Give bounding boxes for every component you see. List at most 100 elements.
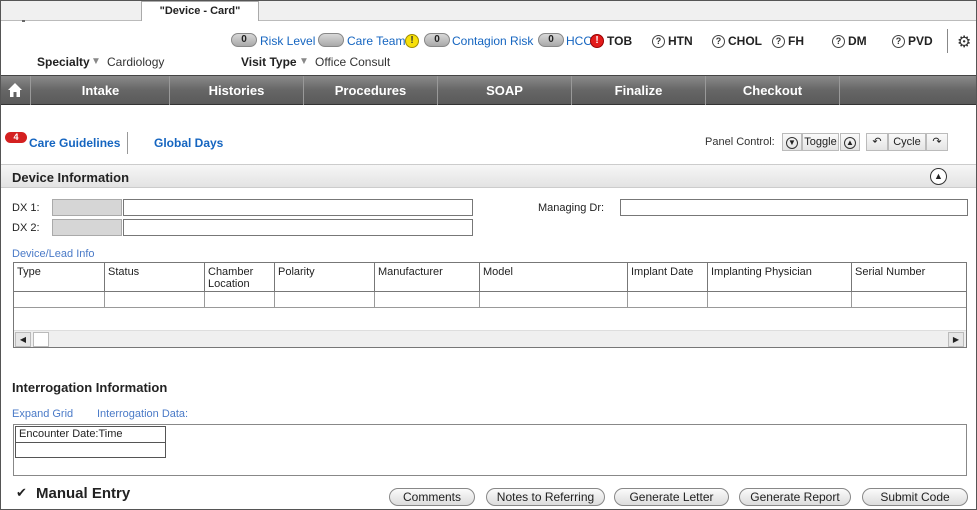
tob-label[interactable]: TOB [607, 33, 632, 49]
table-cell[interactable] [275, 292, 375, 308]
column-header[interactable]: Implant Date [628, 263, 708, 292]
manual-entry-label: Manual Entry [36, 485, 131, 502]
dx2-description-field[interactable] [123, 219, 473, 236]
table-cell[interactable] [480, 292, 628, 308]
contagion-risk-link[interactable]: Contagion Risk [452, 33, 533, 49]
scroll-right-icon[interactable]: ▶ [948, 332, 964, 347]
redo-icon: ↷ [932, 136, 942, 148]
footer-row: ✔ Manual Entry Comments Notes to Referri… [0, 484, 977, 508]
tab-device-card[interactable]: "Device - Card" [141, 1, 259, 21]
column-header[interactable]: Implanting Physician [708, 263, 852, 292]
specialty-label: Specialty [37, 55, 90, 69]
pvd-label[interactable]: PVD [908, 33, 933, 49]
tab-strip: "Device - Card" [1, 1, 976, 21]
risk-level-count: 0 [231, 33, 257, 47]
device-lead-grid: Type Status Chamber Location Polarity Ma… [13, 262, 967, 348]
cursor-mark [22, 20, 25, 22]
question-icon: ? [652, 35, 665, 48]
table-row[interactable] [14, 292, 966, 308]
chevron-down-icon[interactable]: ▼ [91, 56, 101, 67]
table-cell[interactable] [628, 292, 708, 308]
collapse-up-button[interactable]: ▲ [840, 133, 860, 151]
contagion-count: 0 [424, 33, 450, 47]
manual-entry-checkbox[interactable]: ✔ [16, 486, 29, 499]
table-cell[interactable] [205, 292, 275, 308]
managing-dr-field[interactable] [620, 199, 968, 216]
care-guidelines-badge: 4 [5, 132, 27, 143]
expand-grid-link[interactable]: Expand Grid [12, 408, 73, 420]
undo-icon: ↶ [872, 136, 882, 148]
managing-dr-label: Managing Dr: [538, 202, 605, 214]
dx2-code-field[interactable] [52, 219, 122, 236]
nav-checkout[interactable]: Checkout [706, 76, 840, 105]
table-cell[interactable] [105, 292, 205, 308]
divider [947, 29, 948, 53]
htn-label[interactable]: HTN [668, 33, 693, 49]
fh-label[interactable]: FH [788, 33, 804, 49]
chol-label[interactable]: CHOL [728, 33, 762, 49]
table-cell[interactable] [708, 292, 852, 308]
grid-header: Type Status Chamber Location Polarity Ma… [14, 263, 966, 292]
question-icon: ? [772, 35, 785, 48]
divider [127, 132, 128, 154]
risk-level-link[interactable]: Risk Level [260, 33, 315, 49]
expand-down-button[interactable]: ▼ [782, 133, 802, 151]
nav-soap[interactable]: SOAP [438, 76, 572, 105]
question-icon: ? [712, 35, 725, 48]
care-team-link[interactable]: Care Team [347, 33, 405, 49]
redo-button[interactable]: ↷ [926, 133, 948, 151]
generate-report-button[interactable]: Generate Report [739, 488, 851, 506]
column-header[interactable]: Status [105, 263, 205, 292]
dx2-label: DX 2: [12, 222, 40, 234]
column-header[interactable]: Type [14, 263, 105, 292]
question-icon: ? [832, 35, 845, 48]
table-cell[interactable] [14, 292, 105, 308]
comments-button[interactable]: Comments [389, 488, 475, 506]
gear-icon[interactable]: ⚙ [957, 32, 971, 52]
table-cell[interactable] [852, 292, 966, 308]
cycle-button[interactable]: Cycle [888, 133, 926, 151]
column-header[interactable]: Model [480, 263, 628, 292]
care-guidelines-link[interactable]: Care Guidelines [29, 136, 120, 150]
column-header[interactable]: Encounter Date:Time [16, 427, 165, 443]
column-header[interactable]: Chamber Location [205, 263, 275, 292]
column-header[interactable]: Manufacturer [375, 263, 480, 292]
interrogation-data-label: Interrogation Data: [97, 408, 189, 420]
dx1-description-field[interactable] [123, 199, 473, 216]
specialty-value[interactable]: Cardiology [107, 55, 164, 69]
table-cell[interactable] [375, 292, 480, 308]
generate-letter-button[interactable]: Generate Letter [614, 488, 729, 506]
nav-histories[interactable]: Histories [170, 76, 304, 105]
device-information-header: Device Information ▲ [1, 164, 976, 188]
column-header[interactable]: Polarity [275, 263, 375, 292]
visit-type-label: Visit Type [241, 55, 297, 69]
home-icon [8, 83, 22, 97]
section-title: Device Information [12, 170, 130, 185]
nav-procedures[interactable]: Procedures [304, 76, 438, 105]
nav-intake[interactable]: Intake [32, 76, 170, 105]
panel-control-label: Panel Control: [705, 136, 775, 148]
notes-to-referring-button[interactable]: Notes to Referring [486, 488, 605, 506]
dx1-label: DX 1: [12, 202, 40, 214]
toggle-button[interactable]: Toggle [802, 133, 839, 151]
global-days-link[interactable]: Global Days [154, 136, 223, 150]
nav-finalize[interactable]: Finalize [572, 76, 706, 105]
submit-code-button[interactable]: Submit Code [862, 488, 968, 506]
scroll-left-icon[interactable]: ◀ [15, 332, 31, 347]
home-button[interactable] [1, 76, 31, 105]
undo-button[interactable]: ↶ [866, 133, 888, 151]
visit-type-value[interactable]: Office Consult [315, 55, 390, 69]
device-lead-info-link[interactable]: Device/Lead Info [12, 248, 95, 260]
chevron-up-icon[interactable]: ▲ [930, 168, 947, 185]
dm-label[interactable]: DM [848, 33, 867, 49]
dx1-code-field[interactable] [52, 199, 122, 216]
chevron-down-icon[interactable]: ▼ [299, 56, 309, 67]
hcc-link[interactable]: HCC [566, 33, 592, 49]
column-header[interactable]: Serial Number [852, 263, 966, 292]
status-row: 0 Risk Level Care Team ! 0 Contagion Ris… [0, 33, 977, 51]
interrogation-title: Interrogation Information [12, 380, 168, 395]
chevron-down-icon: ▼ [786, 137, 798, 149]
interrogation-grid: Encounter Date:Time [13, 424, 967, 476]
scroll-thumb[interactable] [33, 332, 49, 347]
horizontal-scrollbar[interactable]: ◀ ▶ [14, 330, 966, 347]
